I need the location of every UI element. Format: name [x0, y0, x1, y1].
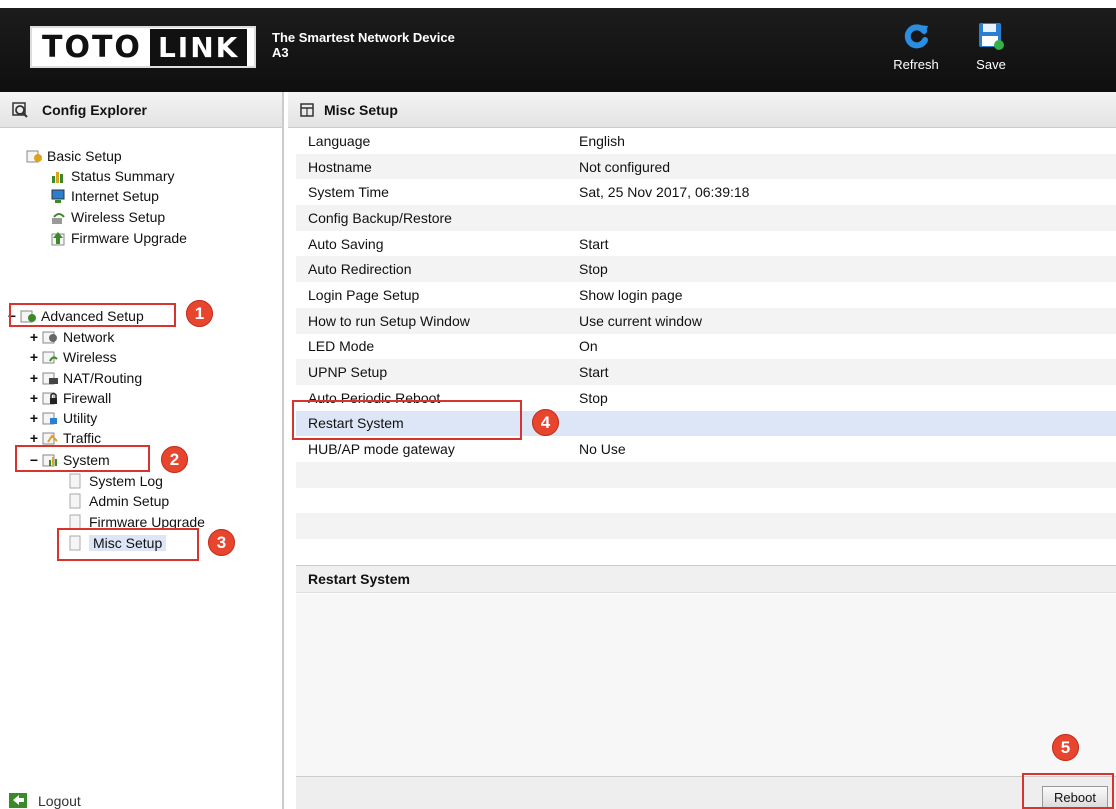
bar-chart-icon: [52, 172, 63, 183]
totolink-logo: TOTO LINK: [30, 26, 256, 68]
setting-row-hostname[interactable]: Hostname Not configured: [296, 153, 1116, 180]
restart-system-header: Restart System: [296, 565, 1116, 593]
action-bar: [296, 776, 1116, 809]
folder-gear-icon: [26, 150, 42, 163]
setting-row-login-page[interactable]: Login Page Setup Show login page: [296, 282, 1116, 308]
annotation-badge-1: 1: [186, 300, 213, 327]
expand-toggle[interactable]: +: [28, 370, 40, 386]
setting-row-led-mode[interactable]: LED Mode On: [296, 334, 1116, 360]
traffic-icon: [42, 432, 58, 445]
model-name: A3: [272, 45, 289, 60]
misc-setup-header: Misc Setup: [288, 92, 1116, 128]
setting-row-empty: [296, 488, 1116, 514]
wireless-icon: [42, 351, 58, 364]
setting-row-upnp[interactable]: UPNP Setup Start: [296, 359, 1116, 385]
refresh-icon: [904, 24, 928, 49]
config-explorer-title: Config Explorer: [42, 101, 148, 118]
tree-utility[interactable]: + Utility: [28, 408, 97, 428]
setting-row-empty: [296, 461, 1116, 488]
refresh-label: Refresh: [893, 57, 939, 72]
setting-row-empty: [296, 539, 1116, 565]
lock-icon: [42, 392, 57, 405]
page-icon: [69, 493, 81, 509]
annotation-box-3: [57, 528, 199, 561]
expand-toggle[interactable]: +: [28, 329, 40, 345]
network-icon: [42, 331, 57, 344]
refresh-button[interactable]: Refresh: [884, 22, 948, 72]
tree-admin-setup[interactable]: Admin Setup: [68, 491, 169, 511]
save-button[interactable]: Save: [966, 22, 1016, 72]
wireless-icon: [52, 213, 65, 224]
product-tagline: The Smartest Network Device A3: [272, 30, 455, 60]
setting-row-setup-window[interactable]: How to run Setup Window Use current windo…: [296, 307, 1116, 334]
logout-link[interactable]: Logout: [8, 792, 81, 809]
tree-wireless[interactable]: + Wireless: [28, 347, 117, 367]
magnifier-icon: [12, 101, 28, 118]
logout-icon: [9, 793, 27, 808]
annotation-box-5: [1022, 773, 1114, 809]
tree-nat-routing[interactable]: + NAT/Routing: [28, 368, 142, 388]
expand-toggle[interactable]: +: [28, 349, 40, 365]
config-explorer-header: Config Explorer: [0, 92, 282, 128]
logo-text-link: LINK: [149, 28, 248, 66]
annotation-badge-5: 5: [1052, 734, 1079, 761]
annotation-box-1: [9, 303, 176, 327]
tree-internet-setup[interactable]: Internet Setup: [50, 186, 159, 206]
tree-firmware-upgrade-basic[interactable]: Firmware Upgrade: [50, 228, 187, 248]
utility-icon: [42, 412, 57, 425]
expand-toggle[interactable]: +: [28, 410, 40, 426]
annotation-badge-2: 2: [161, 446, 188, 473]
tree-system-log[interactable]: System Log: [68, 471, 163, 491]
setting-row-empty: [296, 513, 1116, 539]
expand-toggle[interactable]: +: [28, 430, 40, 446]
restart-system-body: [296, 594, 1116, 776]
restart-system-title: Restart System: [308, 571, 410, 587]
misc-setup-list: Language English Hostname Not configured S…: [296, 128, 1116, 565]
expand-toggle[interactable]: +: [28, 390, 40, 406]
tree-wireless-setup[interactable]: Wireless Setup: [50, 207, 165, 227]
tree-network[interactable]: + Network: [28, 327, 114, 347]
tree-firewall[interactable]: + Firewall: [28, 388, 111, 408]
top-header: TOTO LINK The Smartest Network Device A3…: [0, 0, 1116, 92]
annotation-badge-3: 3: [208, 529, 235, 556]
tagline-text: The Smartest Network Device: [272, 30, 455, 45]
annotation-box-2: [15, 445, 150, 472]
save-label: Save: [976, 57, 1006, 72]
setting-row-auto-saving[interactable]: Auto Saving Start: [296, 231, 1116, 257]
monitor-icon: [51, 189, 65, 203]
router-icon: [42, 372, 58, 385]
setting-row-language[interactable]: Language English: [296, 128, 1116, 154]
logo-text-toto: TOTO: [42, 29, 142, 65]
setting-row-hub-ap-gateway[interactable]: HUB/AP mode gateway No Use: [296, 436, 1116, 462]
setting-row-system-time[interactable]: System Time Sat, 25 Nov 2017, 06:39:18: [296, 179, 1116, 205]
annotation-box-4: [292, 400, 522, 440]
tree-basic-setup[interactable]: Basic Setup: [26, 146, 122, 166]
annotation-badge-4: 4: [532, 409, 559, 436]
setting-row-config-backup[interactable]: Config Backup/Restore: [296, 205, 1116, 231]
misc-setup-title: Misc Setup: [324, 101, 398, 118]
setting-row-auto-redirection[interactable]: Auto Redirection Stop: [296, 256, 1116, 283]
window-icon: [300, 102, 314, 117]
upgrade-icon: [51, 232, 65, 246]
page-icon: [69, 473, 81, 489]
tree-status-summary[interactable]: Status Summary: [50, 166, 174, 186]
save-icon: [979, 23, 1004, 50]
